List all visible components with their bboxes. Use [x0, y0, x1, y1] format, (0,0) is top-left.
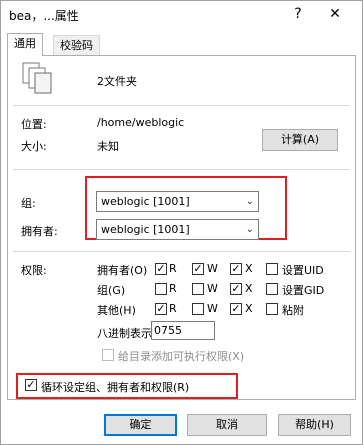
- write-checkbox[interactable]: [192, 283, 204, 295]
- size-value: 未知: [97, 140, 119, 153]
- special-bit-checkbox[interactable]: [266, 263, 278, 275]
- read-label: R: [169, 282, 177, 295]
- octal-input[interactable]: 0755: [151, 321, 215, 340]
- special-bit-label: 设置GID: [282, 284, 325, 297]
- ok-button[interactable]: 确定: [104, 414, 177, 436]
- add-exec-checkbox[interactable]: [102, 349, 114, 361]
- permission-row-label: 其他(H): [97, 304, 136, 317]
- owner-select-value: weblogic [1001]: [101, 223, 190, 236]
- recursive-checkbox[interactable]: ✓: [25, 379, 37, 391]
- execute-label: X: [245, 282, 253, 295]
- execute-checkbox[interactable]: ✓: [230, 263, 242, 275]
- add-exec-label: 给目录添加可执行权限(X): [118, 350, 245, 363]
- location-label: 位置:: [21, 118, 47, 131]
- files-icon: [22, 62, 52, 94]
- owner-select[interactable]: weblogic [1001] ⌄: [96, 219, 259, 240]
- properties-dialog: bea，...属性 ? ✕ 通用 校验码 2文件夹 位置: /home/webl…: [0, 0, 363, 445]
- recursive-label: 循环设定组、拥有者和权限(R): [41, 381, 190, 394]
- execute-label: X: [245, 302, 253, 315]
- group-select-value: weblogic [1001]: [101, 195, 190, 208]
- divider: [13, 251, 350, 252]
- help-icon[interactable]: ?: [286, 3, 310, 25]
- chevron-down-icon: ⌄: [245, 196, 254, 207]
- special-bit-checkbox[interactable]: [266, 283, 278, 295]
- write-label: W: [207, 302, 218, 315]
- tab-general[interactable]: 通用: [7, 33, 43, 56]
- special-bit-checkbox[interactable]: [266, 303, 278, 315]
- execute-checkbox[interactable]: ✓: [230, 303, 242, 315]
- write-checkbox[interactable]: ✓: [192, 263, 204, 275]
- group-select[interactable]: weblogic [1001] ⌄: [96, 191, 259, 212]
- write-label: W: [207, 282, 218, 295]
- divider: [13, 169, 350, 170]
- permission-row-label: 组(G): [97, 284, 126, 297]
- execute-label: X: [245, 262, 253, 275]
- octal-label: 八进制表示:: [97, 327, 156, 340]
- permission-row-label: 拥有者(O): [97, 264, 148, 277]
- read-checkbox[interactable]: ✓: [155, 263, 167, 275]
- compute-size-button[interactable]: 计算(A): [262, 129, 338, 151]
- read-checkbox[interactable]: ✓: [155, 303, 167, 315]
- cancel-button[interactable]: 取消: [187, 414, 267, 436]
- chevron-down-icon: ⌄: [245, 224, 254, 235]
- owner-label: 拥有者:: [21, 225, 58, 238]
- read-checkbox[interactable]: [155, 283, 167, 295]
- title-bar: bea，...属性 ? ✕: [1, 1, 362, 29]
- size-label: 大小:: [21, 140, 47, 153]
- group-label: 组:: [21, 197, 36, 210]
- write-label: W: [207, 262, 218, 275]
- selection-summary: 2文件夹: [97, 75, 137, 88]
- special-bit-label: 粘附: [282, 304, 304, 317]
- help-button[interactable]: 帮助(H): [278, 414, 351, 436]
- write-checkbox[interactable]: [192, 303, 204, 315]
- tab-checksum[interactable]: 校验码: [53, 35, 100, 55]
- special-bit-label: 设置UID: [282, 264, 324, 277]
- divider: [13, 105, 350, 106]
- window-title: bea，...属性: [9, 9, 79, 23]
- permissions-label: 权限:: [21, 264, 47, 277]
- read-label: R: [169, 302, 177, 315]
- read-label: R: [169, 262, 177, 275]
- close-icon[interactable]: ✕: [323, 3, 347, 25]
- execute-checkbox[interactable]: ✓: [230, 283, 242, 295]
- location-value: /home/weblogic: [97, 116, 185, 129]
